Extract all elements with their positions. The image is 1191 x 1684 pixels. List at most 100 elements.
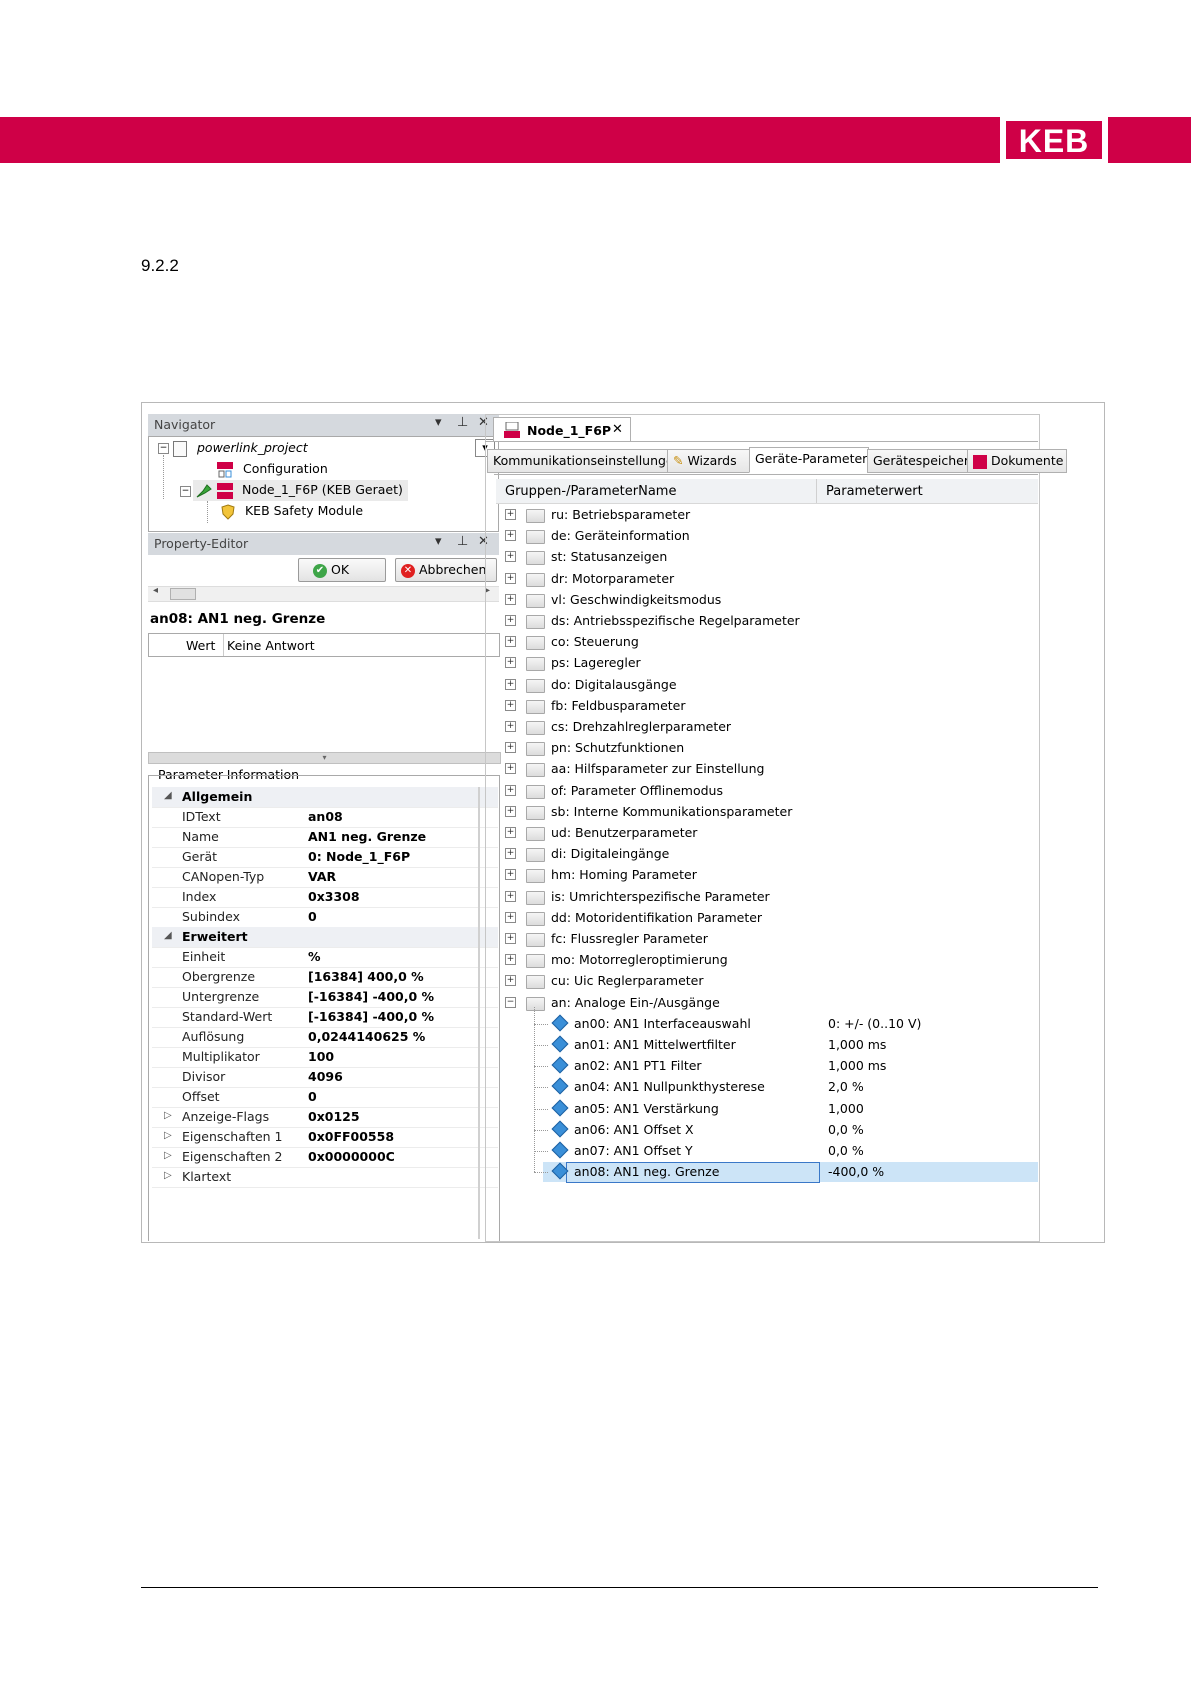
tree-group-row[interactable]: + aa: Hilfsparameter zur Einstellung: [496, 758, 1076, 780]
expand-icon[interactable]: +: [505, 636, 516, 648]
expand-icon[interactable]: +: [505, 551, 516, 563]
tab-geraetespeicher[interactable]: Gerätespeicher: [867, 449, 969, 473]
tree-item-safety[interactable]: KEB Safety Module: [221, 503, 363, 520]
tree-group-row-expanded[interactable]: − an: Analoge Ein-/Ausgänge: [496, 992, 1076, 1014]
expand-icon[interactable]: +: [505, 827, 516, 838]
expand-icon[interactable]: +: [505, 657, 516, 669]
parameter-row[interactable]: an00: AN1 Interfaceauswahl 0: +/- (0..10 …: [496, 1013, 1076, 1035]
tree-group-row[interactable]: + mo: Motorregleroptimierung: [496, 949, 1076, 971]
collapsed-triangle-icon[interactable]: ▷: [164, 1170, 172, 1181]
expand-icon[interactable]: +: [505, 572, 516, 584]
splitter[interactable]: ▾: [148, 752, 501, 764]
pi-group-header[interactable]: ◢ Allgemein: [152, 787, 498, 808]
expand-triangle-icon[interactable]: ◢: [164, 790, 172, 801]
expand-icon[interactable]: +: [505, 869, 516, 881]
document-tab[interactable]: Node_1_F6P ✕: [493, 417, 631, 442]
expand-icon[interactable]: +: [505, 954, 516, 966]
parameter-row[interactable]: an02: AN1 PT1 Filter 1,000 ms: [496, 1055, 1076, 1077]
tree-group-row[interactable]: + cu: Uic Reglerparameter: [496, 970, 1076, 992]
expand-icon[interactable]: +: [505, 699, 516, 711]
parameter-row[interactable]: an01: AN1 Mittelwertfilter 1,000 ms: [496, 1034, 1076, 1056]
tree-group-row[interactable]: + co: Steuerung: [496, 631, 1076, 653]
column-value-header[interactable]: Parameterwert: [826, 484, 923, 499]
collapsed-triangle-icon[interactable]: ▷: [164, 1150, 172, 1161]
tree-item-project[interactable]: powerlink_project: [173, 440, 308, 457]
dropdown-icon[interactable]: ▾: [435, 534, 442, 549]
tree-group-row[interactable]: + ps: Lageregler: [496, 652, 1076, 674]
expand-icon[interactable]: +: [505, 593, 516, 605]
parameter-row-selected[interactable]: an08: AN1 neg. Grenze -400,0 %: [496, 1161, 1076, 1183]
pin-icon[interactable]: ⊥: [457, 415, 468, 430]
pi-row-collapsed[interactable]: ▷ Klartext: [152, 1167, 498, 1188]
parameter-value[interactable]: 0: +/- (0..10 V): [828, 1016, 921, 1031]
tree-group-row[interactable]: + pn: Schutzfunktionen: [496, 737, 1076, 759]
tree-group-row[interactable]: + sb: Interne Kommunikationsparameter: [496, 801, 1076, 823]
tree-group-row[interactable]: + st: Statusanzeigen: [496, 546, 1076, 568]
expand-icon[interactable]: +: [505, 975, 516, 987]
dropdown-icon[interactable]: ▾: [435, 415, 442, 430]
parameter-value[interactable]: 1,000 ms: [828, 1058, 886, 1073]
parameter-row[interactable]: an05: AN1 Verstärkung 1,000: [496, 1098, 1076, 1120]
value-field[interactable]: Keine Antwort: [227, 638, 315, 653]
expand-icon[interactable]: +: [505, 890, 516, 902]
tree-group-row[interactable]: + ds: Antriebsspezifische Regelparameter: [496, 610, 1076, 632]
cancel-button[interactable]: ✕ Abbrechen: [395, 558, 497, 582]
pi-group-header[interactable]: ◢ Erweitert: [152, 927, 498, 948]
expand-icon[interactable]: +: [505, 848, 516, 860]
close-tab-icon[interactable]: ✕: [612, 422, 623, 437]
expand-icon[interactable]: +: [505, 721, 516, 732]
tree-item-node[interactable]: Node_1_F6P (KEB Geraet): [195, 482, 403, 499]
parameter-row[interactable]: an06: AN1 Offset X 0,0 %: [496, 1119, 1076, 1141]
expand-icon[interactable]: +: [505, 530, 516, 542]
tab-wizards[interactable]: ✎ Wizards: [667, 449, 751, 473]
tree-group-row[interactable]: + dd: Motoridentifikation Parameter: [496, 907, 1076, 929]
expand-icon[interactable]: +: [505, 933, 516, 944]
tree-group-row[interactable]: + de: Geräteinformation: [496, 525, 1076, 547]
collapse-icon[interactable]: −: [158, 443, 169, 454]
pi-row-collapsed[interactable]: ▷ Eigenschaften 1 0x0FF00558: [152, 1127, 498, 1148]
tab-dokumente[interactable]: Dokumente: [967, 449, 1067, 473]
parameter-value[interactable]: 1,000: [828, 1101, 864, 1116]
tree-group-row[interactable]: + cs: Drehzahlreglerparameter: [496, 716, 1076, 738]
tree-group-row[interactable]: + ud: Benutzerparameter: [496, 822, 1076, 844]
parameter-value[interactable]: 2,0 %: [828, 1079, 864, 1094]
expand-icon[interactable]: +: [505, 742, 516, 754]
expand-triangle-icon[interactable]: ◢: [164, 930, 172, 941]
scrollbar-thumb[interactable]: [170, 588, 196, 600]
scroll-left-icon[interactable]: ◂: [153, 585, 158, 596]
expand-icon[interactable]: +: [505, 615, 516, 626]
collapse-icon[interactable]: −: [180, 486, 191, 497]
collapsed-triangle-icon[interactable]: ▷: [164, 1130, 172, 1141]
parameter-value[interactable]: 1,000 ms: [828, 1037, 886, 1052]
expand-icon[interactable]: +: [505, 911, 516, 923]
collapse-icon[interactable]: −: [505, 996, 516, 1008]
tree-group-row[interactable]: + fb: Feldbusparameter: [496, 695, 1076, 717]
tree-group-row[interactable]: + fc: Flussregler Parameter: [496, 928, 1076, 950]
parameter-value[interactable]: -400,0 %: [828, 1164, 884, 1179]
column-name-header[interactable]: Gruppen-/ParameterName: [505, 484, 676, 499]
collapsed-triangle-icon[interactable]: ▷: [164, 1110, 172, 1121]
ok-button[interactable]: ✔ OK: [298, 558, 386, 582]
pin-icon[interactable]: ⊥: [457, 534, 468, 549]
tree-group-row[interactable]: + dr: Motorparameter: [496, 568, 1076, 590]
tab-geraete-parameter[interactable]: Geräte-Parameter: [749, 447, 869, 473]
parameter-row[interactable]: an04: AN1 Nullpunkthysterese 2,0 %: [496, 1076, 1076, 1098]
tree-group-row[interactable]: + vl: Geschwindigkeitsmodus: [496, 589, 1076, 611]
parameter-row[interactable]: an07: AN1 Offset Y 0,0 %: [496, 1140, 1076, 1162]
tree-group-row[interactable]: + hm: Homing Parameter: [496, 864, 1076, 886]
expand-icon[interactable]: +: [505, 678, 516, 690]
expand-icon[interactable]: +: [505, 805, 516, 817]
parameter-value[interactable]: 0,0 %: [828, 1143, 864, 1158]
horizontal-scrollbar[interactable]: ◂ ▸: [148, 585, 499, 602]
expand-icon[interactable]: +: [505, 784, 516, 796]
parameter-value[interactable]: 0,0 %: [828, 1122, 864, 1137]
tab-kommunikation[interactable]: Kommunikationseinstellungen: [487, 449, 682, 473]
tree-group-row[interactable]: + do: Digitalausgänge: [496, 674, 1076, 696]
expand-icon[interactable]: +: [505, 763, 516, 775]
tree-item-configuration[interactable]: Configuration: [217, 461, 328, 478]
tree-group-row[interactable]: + of: Parameter Offlinemodus: [496, 780, 1076, 802]
expand-icon[interactable]: +: [505, 509, 516, 520]
tree-group-row[interactable]: + di: Digitaleingänge: [496, 843, 1076, 865]
pi-row-collapsed[interactable]: ▷ Eigenschaften 2 0x0000000C: [152, 1147, 498, 1168]
tree-group-row[interactable]: + is: Umrichterspezifische Parameter: [496, 886, 1076, 908]
